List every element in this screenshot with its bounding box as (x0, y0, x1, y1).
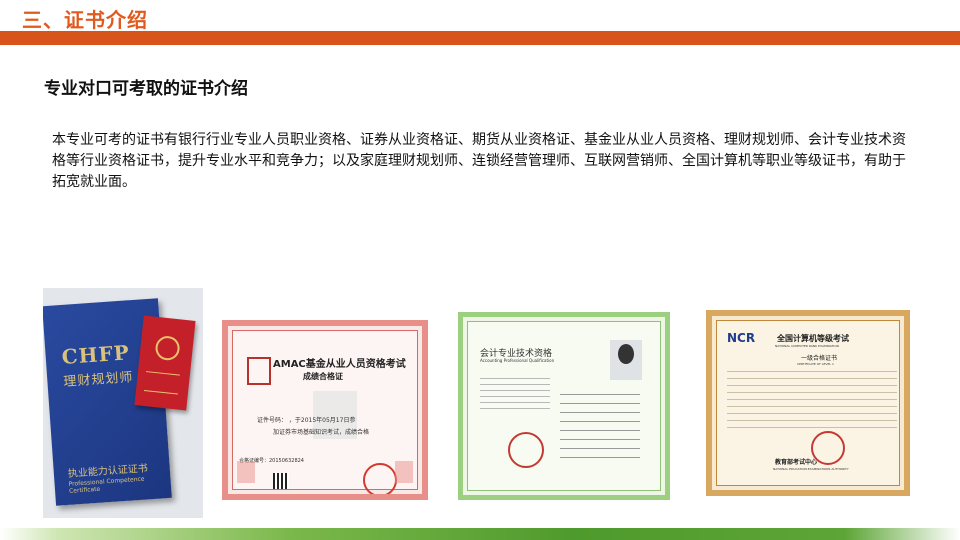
accounting-inner-frame: 会计专业技术资格 Accounting Professional Qualifi… (467, 321, 661, 491)
chfp-logo: CHFP (60, 340, 131, 370)
ncre-logo: NCR (727, 331, 756, 345)
accounting-certificate-image: 会计专业技术资格 Accounting Professional Qualifi… (458, 312, 670, 500)
section-title: 三、证书介绍 (22, 8, 148, 32)
stamp-icon (363, 463, 397, 494)
ncre-authority-en: NATIONAL EDUCATION EXAMINATIONS AUTHORIT… (773, 467, 849, 471)
page-subtitle: 专业对口可考取的证书介绍 (44, 79, 248, 99)
chfp-name: 理财规划师 (63, 370, 134, 390)
amac-logo-icon (247, 357, 271, 385)
accounting-field-lines (560, 394, 640, 458)
ncre-inner-frame: NCR 全国计算机等级考试 NATIONAL COMPUTER RANK EXA… (716, 320, 900, 486)
chfp-certificate-image: CHFP 理财规划师 执业能力认证证书 Professional Compete… (43, 288, 203, 518)
accounting-text-block (480, 378, 550, 414)
ncre-title: 全国计算机等级考试 (777, 334, 849, 343)
ncre-title-en: NATIONAL COMPUTER RANK EXAMINATION (775, 344, 839, 348)
amac-subtitle: 成绩合格证 (303, 372, 343, 381)
ncre-field-lines (727, 371, 897, 431)
amac-line1: 证件号码： ，于2015年05月17日参 (257, 417, 356, 424)
ncre-certificate-image: NCR 全国计算机等级考试 NATIONAL COMPUTER RANK EXA… (706, 310, 910, 496)
amac-title: AMAC基金从业人员资格考试 (273, 359, 406, 370)
booklet-lines (143, 371, 180, 395)
ncre-authority: 教育部考试中心 (775, 459, 818, 466)
seal-icon (154, 334, 181, 362)
chfp-red-booklet (134, 315, 196, 411)
qr-code-icon (273, 473, 289, 489)
amac-certificate-image: AMAC基金从业人员资格考试 成绩合格证 证件号码： ，于2015年05月17日… (222, 320, 428, 500)
amac-line2: 加证券市场基础知识考试，成绩合格 (273, 429, 370, 436)
amac-inner-frame: AMAC基金从业人员资格考试 成绩合格证 证件号码： ，于2015年05月17日… (232, 330, 418, 494)
intro-paragraph: 本专业可考的证书有银行行业专业人员职业资格、证券从业资格证、期货从业资格证、基金… (52, 132, 906, 190)
decoration-left (237, 461, 255, 483)
accounting-subtitle: Accounting Professional Qualification (480, 358, 555, 363)
ncre-level: 一级合格证书 (801, 355, 838, 362)
decoration-right (395, 461, 413, 483)
header-bar (0, 31, 960, 45)
footer-bar (0, 528, 960, 540)
stamp-icon (508, 432, 544, 468)
person-icon (618, 344, 634, 364)
ncre-level-en: CERTIFICATE OF LEVEL 1 (797, 362, 834, 366)
